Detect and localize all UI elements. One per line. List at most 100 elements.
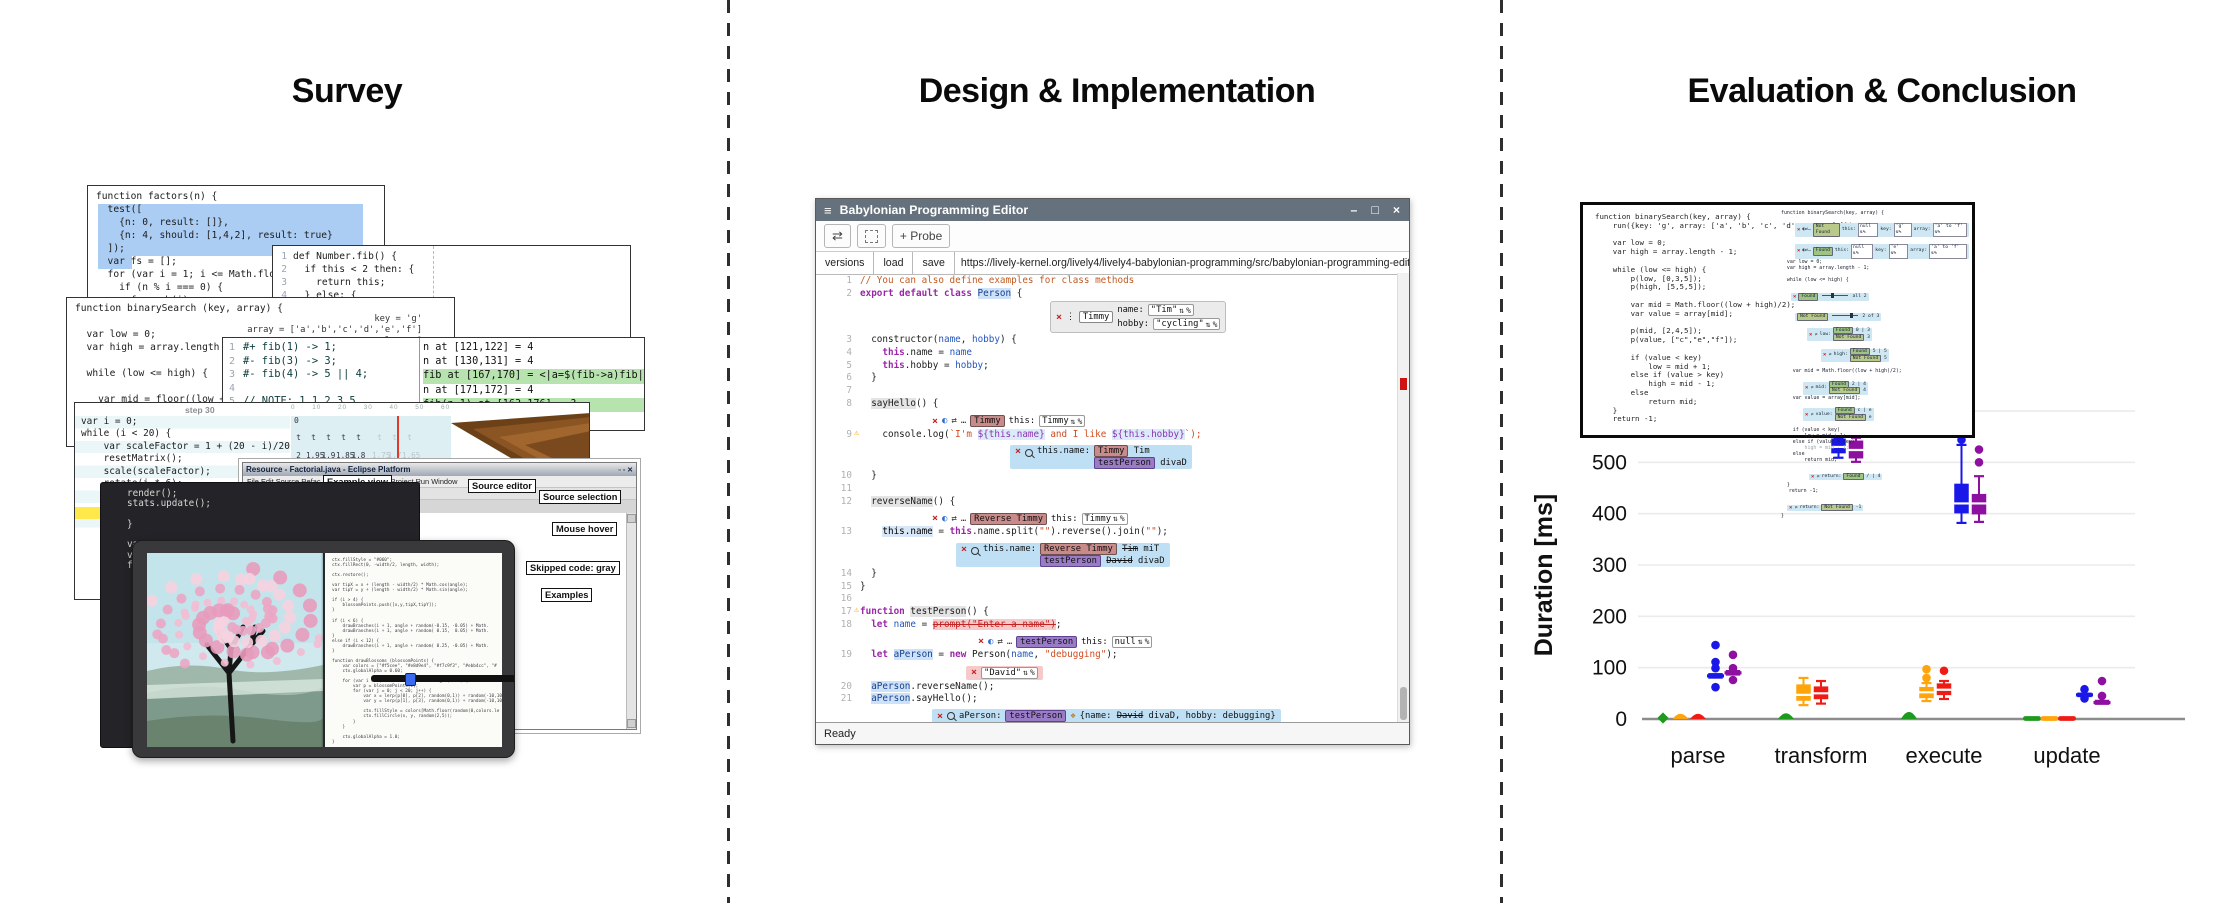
probe-value: miT bbox=[1143, 544, 1159, 554]
annotation-chip: ×⌕mid:Found 2 | 4Not Found 4 bbox=[1803, 374, 1969, 395]
remove-example-icon[interactable]: × bbox=[932, 513, 938, 524]
remove-replacement-icon[interactable]: × bbox=[971, 667, 977, 678]
add-probe-button[interactable]: + Probe bbox=[892, 224, 950, 248]
this-value-field[interactable]: Timmy⇅% bbox=[1039, 415, 1085, 427]
magnifier-icon bbox=[1025, 449, 1033, 457]
svg-text:0: 0 bbox=[1615, 708, 1627, 731]
code-line: 13 this.name = this.name.split("").rever… bbox=[816, 526, 1398, 539]
transform-icon bbox=[865, 230, 878, 243]
eclipse-title: Resource - Factorial.java - Eclipse Plat… bbox=[246, 465, 618, 474]
more-icon[interactable]: … bbox=[961, 514, 966, 524]
param-label: hobby: bbox=[1117, 319, 1149, 329]
stepper-icon[interactable]: ⇅ bbox=[1113, 514, 1118, 523]
annotation-chip: ×◐⇄…Foundthis:null ⇅%key:'e' ⇅%array:'a'… bbox=[1795, 237, 1969, 258]
probe-label: aPerson: bbox=[959, 711, 1001, 721]
remove-probe-icon[interactable]: × bbox=[961, 544, 967, 555]
param-value-field[interactable]: "Tim"⇅% bbox=[1148, 304, 1194, 316]
close-icon[interactable]: × bbox=[1386, 203, 1409, 217]
object-expand-icon[interactable]: ❖ bbox=[1070, 711, 1075, 721]
minimize-icon[interactable]: – bbox=[1344, 203, 1365, 217]
file-bar: versions load save https://lively-kernel… bbox=[816, 252, 1409, 275]
code-line: 11 bbox=[816, 483, 1398, 496]
example-widget-reverse: × ◐ ⇄ … Reverse Timmy this: Timmy⇅% bbox=[932, 513, 1128, 525]
example-widget-sayhello: × ◐ ⇄ … Timmy this: Timmy⇅% bbox=[932, 415, 1085, 427]
svg-text:transform: transform bbox=[1775, 743, 1868, 768]
drag-handle-icon[interactable]: ⋮ bbox=[1066, 312, 1075, 322]
swap-icon[interactable]: ⇄ bbox=[951, 416, 956, 426]
probe-label: this.name: bbox=[983, 544, 1036, 554]
param-value-field[interactable]: "cycling"⇅% bbox=[1153, 318, 1220, 330]
code-line: 3 constructor(name, hobby) { bbox=[816, 334, 1398, 347]
this-label: this: bbox=[1009, 416, 1035, 426]
replacement-value-field[interactable]: "David"⇅% bbox=[981, 667, 1038, 679]
code-line: 7 bbox=[816, 385, 1398, 398]
swap-icon[interactable]: ⇄ bbox=[997, 637, 1002, 647]
versions-button[interactable]: versions bbox=[816, 252, 874, 274]
binding-icon[interactable]: % bbox=[1120, 514, 1125, 523]
binding-icon[interactable]: % bbox=[1186, 306, 1191, 315]
hamburger-menu-icon[interactable]: ≡ bbox=[816, 203, 840, 218]
warning-icon: ⚠ bbox=[854, 605, 859, 615]
code-line: 19 let aPerson = new Person(name, "debug… bbox=[816, 649, 1398, 662]
probe-widget-name: × this.name: Timmy Tim testPerson divaD bbox=[1010, 445, 1192, 469]
example-name-badge[interactable]: Timmy bbox=[970, 415, 1004, 427]
transform-button[interactable] bbox=[857, 224, 886, 248]
binding-icon[interactable]: % bbox=[1145, 637, 1150, 646]
annotation-chip: ×⌕return:Not Found -1 bbox=[1787, 494, 1969, 513]
stepper-icon[interactable]: ⇅ bbox=[1179, 306, 1184, 315]
example-name-badge[interactable]: Timmy bbox=[1079, 311, 1113, 323]
this-value-field[interactable]: null⇅% bbox=[1112, 636, 1153, 648]
callout-mouse-hover: Mouse hover bbox=[552, 522, 617, 536]
replacement-widget-david: × "David"⇅% bbox=[966, 666, 1043, 680]
book-right-page: ctx.fillStyle = "#060"; ctx.fillRect(0, … bbox=[325, 553, 502, 747]
remove-probe-icon[interactable]: × bbox=[937, 711, 943, 722]
editor-toolbar: ⇄ + Probe bbox=[816, 221, 1409, 252]
binding-icon[interactable]: % bbox=[1030, 668, 1035, 677]
swap-button[interactable]: ⇄ bbox=[824, 224, 851, 248]
example-name-badge[interactable]: Reverse Timmy bbox=[970, 513, 1047, 525]
remove-example-icon[interactable]: × bbox=[978, 636, 984, 647]
probe-code: #+ fib(1) -> 1; #- fib(3) -> 3; #- fib(4… bbox=[235, 338, 368, 409]
scrollbar-thumb[interactable] bbox=[1400, 687, 1407, 720]
value-row: tttttttt bbox=[291, 425, 451, 445]
load-button[interactable]: load bbox=[874, 252, 913, 274]
stepper-icon[interactable]: ⇅ bbox=[1138, 637, 1143, 646]
toggle-icon[interactable]: ◐ bbox=[942, 514, 947, 524]
swap-icon: ⇄ bbox=[832, 228, 843, 244]
callout-source-editor: Source editor bbox=[468, 479, 536, 493]
maximize-icon[interactable]: □ bbox=[1364, 203, 1385, 217]
example-name-badge: testPerson bbox=[1040, 555, 1101, 567]
code-editor-area[interactable]: 1// You can also define examples for cla… bbox=[816, 273, 1398, 722]
svg-text:200: 200 bbox=[1592, 605, 1627, 628]
probe-widget-aperson: × aPerson: testPerson ❖ {name: David div… bbox=[932, 709, 1281, 722]
annotated-code-panel: function binarySearch(key, array) {×◐⇄…N… bbox=[1781, 210, 1969, 519]
more-icon[interactable]: … bbox=[1007, 637, 1012, 647]
toggle-icon[interactable]: ◐ bbox=[988, 637, 993, 647]
toggle-icon[interactable]: ◐ bbox=[942, 416, 947, 426]
window-titlebar[interactable]: ≡ Babylonian Programming Editor – □ × bbox=[816, 199, 1409, 221]
stepper-icon[interactable]: ⇅ bbox=[1071, 417, 1076, 426]
save-button[interactable]: save bbox=[913, 252, 954, 274]
swap-icon[interactable]: ⇄ bbox=[951, 514, 956, 524]
babylonian-editor-window: ≡ Babylonian Programming Editor – □ × ⇄ … bbox=[815, 198, 1410, 745]
binding-icon[interactable]: % bbox=[1213, 320, 1218, 329]
stepper-icon[interactable]: ⇅ bbox=[1206, 320, 1211, 329]
remove-example-icon[interactable]: × bbox=[932, 416, 938, 427]
remove-example-icon[interactable]: × bbox=[1056, 312, 1062, 323]
example-name-badge[interactable]: testPerson bbox=[1016, 636, 1077, 648]
url-field[interactable]: https://lively-kernel.org/lively4/lively… bbox=[955, 252, 1409, 274]
binding-icon[interactable]: % bbox=[1077, 417, 1082, 426]
column-divider bbox=[1500, 0, 1503, 903]
trace-row: n at [121,122] = 4 bbox=[423, 341, 644, 355]
example-widget-testperson: × ◐ ⇄ … testPerson this: null⇅% bbox=[978, 636, 1152, 648]
this-value-field[interactable]: Timmy⇅% bbox=[1082, 513, 1128, 525]
probe-value: divaD bbox=[1138, 556, 1164, 566]
scrollbar[interactable] bbox=[1397, 273, 1409, 722]
more-icon[interactable]: … bbox=[961, 416, 966, 426]
code-line: 14 } bbox=[816, 568, 1398, 581]
current-line-marker bbox=[75, 507, 101, 519]
example-name-badge: Timmy bbox=[1094, 445, 1128, 457]
param-label: name: bbox=[1117, 305, 1143, 315]
stepper-icon[interactable]: ⇅ bbox=[1023, 668, 1028, 677]
remove-probe-icon[interactable]: × bbox=[1015, 446, 1021, 457]
